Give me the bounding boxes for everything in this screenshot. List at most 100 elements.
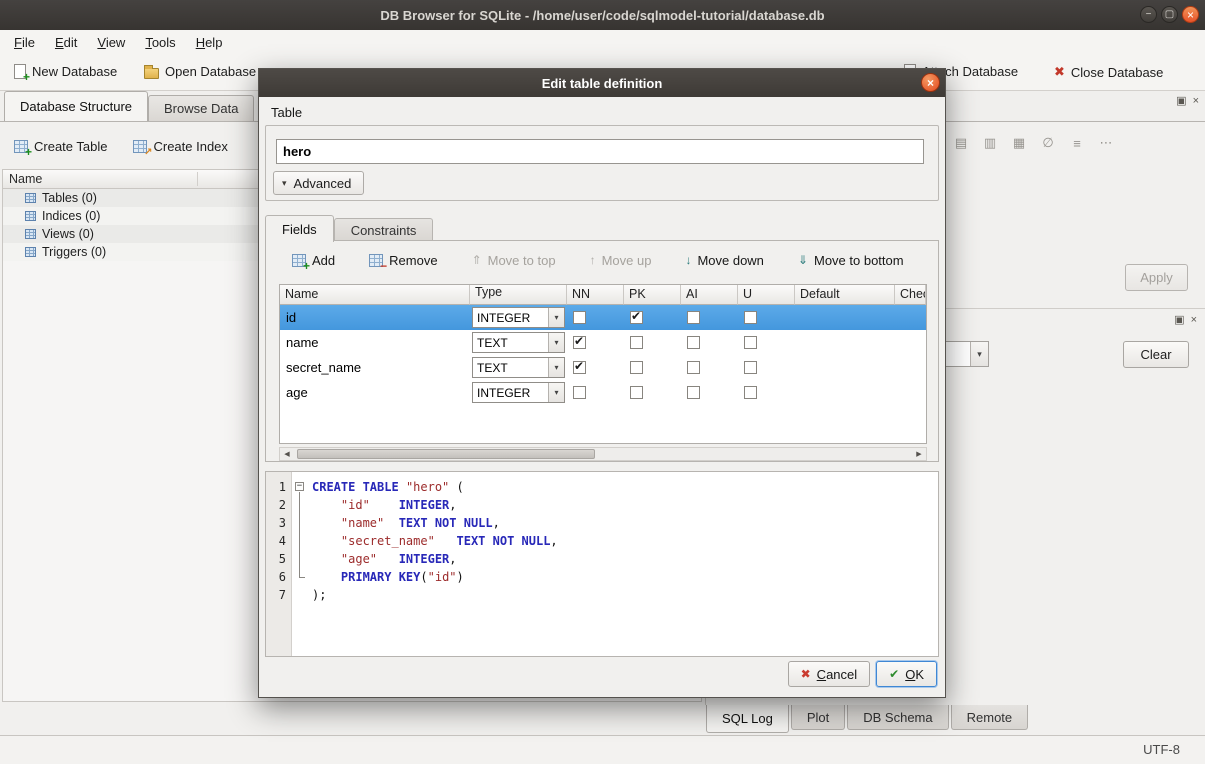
advanced-toggle-button[interactable]: ▾ Advanced: [273, 171, 364, 195]
nn-checkbox[interactable]: [573, 336, 586, 349]
fold-collapse-icon[interactable]: −: [295, 482, 304, 491]
header-default[interactable]: Default: [795, 285, 895, 305]
header-u[interactable]: U: [738, 285, 795, 305]
tab-browse-data[interactable]: Browse Data: [148, 95, 254, 121]
bottom-tab[interactable]: SQL Log: [706, 705, 789, 733]
field-row[interactable]: name TEXT▾: [280, 330, 926, 355]
bottom-tab[interactable]: DB Schema: [847, 705, 948, 730]
field-row[interactable]: secret_name TEXT▾: [280, 355, 926, 380]
pk-checkbox[interactable]: [630, 386, 643, 399]
menu-edit[interactable]: Edit: [45, 32, 87, 53]
dock-close-icon[interactable]: ×: [1191, 315, 1197, 326]
header-check[interactable]: Check: [895, 285, 926, 305]
scroll-right-icon[interactable]: ▶: [912, 448, 926, 460]
cancel-icon: ✖: [801, 667, 811, 681]
scroll-left-icon[interactable]: ◀: [280, 448, 294, 460]
unique-checkbox[interactable]: [744, 336, 757, 349]
dialog-close-button[interactable]: ×: [921, 73, 940, 92]
type-combo[interactable]: TEXT▾: [472, 332, 565, 353]
window-close-button[interactable]: ×: [1182, 6, 1199, 23]
cell-toolbar-icon[interactable]: ∅: [1036, 131, 1060, 155]
close-database-button[interactable]: ✖ Close Database: [1048, 60, 1169, 84]
check-cell[interactable]: [895, 330, 926, 355]
create-index-button[interactable]: Create Index: [127, 135, 233, 158]
nn-checkbox[interactable]: [573, 386, 586, 399]
unique-checkbox[interactable]: [744, 311, 757, 324]
cell-toolbar-icon[interactable]: ▤: [949, 131, 973, 155]
move-to-top-button[interactable]: ⇑ Move to top: [468, 251, 560, 270]
ok-button[interactable]: ✔ OK: [876, 661, 937, 687]
open-database-button[interactable]: Open Database: [138, 60, 262, 83]
nn-checkbox[interactable]: [573, 361, 586, 374]
column-divider[interactable]: [197, 172, 198, 186]
table-name-input[interactable]: [276, 139, 924, 164]
create-table-button[interactable]: Create Table: [8, 135, 113, 158]
field-name-cell[interactable]: age: [280, 380, 470, 405]
unique-checkbox[interactable]: [744, 386, 757, 399]
default-cell[interactable]: [795, 330, 895, 355]
remove-field-button[interactable]: Remove: [365, 251, 441, 270]
type-combo[interactable]: INTEGER▾: [472, 382, 565, 403]
header-nn[interactable]: NN: [567, 285, 624, 305]
close-database-icon: ✖: [1054, 64, 1065, 80]
move-bottom-icon: ⇓: [798, 253, 808, 267]
chevron-down-icon: ▾: [548, 308, 564, 327]
pk-checkbox[interactable]: [630, 361, 643, 374]
move-to-bottom-button[interactable]: ⇓ Move to bottom: [794, 251, 908, 270]
check-cell[interactable]: [895, 380, 926, 405]
menu-help[interactable]: Help: [186, 32, 233, 53]
sql-line: "secret_name" TEXT NOT NULL,: [312, 532, 558, 550]
default-cell[interactable]: [795, 355, 895, 380]
field-name-cell[interactable]: name: [280, 330, 470, 355]
cancel-button[interactable]: ✖ Cancel: [788, 661, 871, 687]
menu-file[interactable]: File: [4, 32, 45, 53]
cell-toolbar-icon[interactable]: ▦: [1007, 131, 1031, 155]
tab-fields[interactable]: Fields: [265, 215, 334, 242]
h-scrollbar[interactable]: ◀ ▶: [279, 447, 927, 461]
pk-checkbox[interactable]: [630, 311, 643, 324]
field-row[interactable]: id INTEGER▾: [280, 305, 926, 330]
new-database-button[interactable]: New Database: [8, 60, 123, 83]
move-down-button[interactable]: ↓ Move down: [681, 251, 767, 270]
line-number: 6: [266, 568, 291, 586]
menu-view[interactable]: View: [87, 32, 135, 53]
ai-checkbox[interactable]: [687, 311, 700, 324]
field-name-cell[interactable]: id: [280, 305, 470, 330]
ai-checkbox[interactable]: [687, 336, 700, 349]
pk-checkbox[interactable]: [630, 336, 643, 349]
dock-float-icon[interactable]: ▣: [1176, 96, 1186, 107]
clear-button[interactable]: Clear: [1123, 341, 1189, 368]
ai-checkbox[interactable]: [687, 361, 700, 374]
field-name-cell[interactable]: secret_name: [280, 355, 470, 380]
type-combo[interactable]: TEXT▾: [472, 357, 565, 378]
type-combo[interactable]: INTEGER▾: [472, 307, 565, 328]
header-name[interactable]: Name: [280, 285, 470, 305]
field-row[interactable]: age INTEGER▾: [280, 380, 926, 405]
cell-toolbar-icon[interactable]: ⋯: [1094, 131, 1118, 155]
menu-tools[interactable]: Tools: [135, 32, 185, 53]
window-maximize-button[interactable]: ▢: [1161, 6, 1178, 23]
move-up-button[interactable]: ↑ Move up: [586, 251, 656, 270]
bottom-tab[interactable]: Plot: [791, 705, 845, 730]
add-field-button[interactable]: Add: [288, 251, 339, 270]
cell-toolbar-icon[interactable]: ▥: [978, 131, 1002, 155]
check-cell[interactable]: [895, 355, 926, 380]
default-cell[interactable]: [795, 380, 895, 405]
dock-float-icon[interactable]: ▣: [1174, 315, 1184, 326]
header-ai[interactable]: AI: [681, 285, 738, 305]
header-type[interactable]: Type: [470, 285, 567, 305]
nn-checkbox[interactable]: [573, 311, 586, 324]
apply-button[interactable]: Apply: [1125, 264, 1188, 291]
check-cell[interactable]: [895, 305, 926, 330]
default-cell[interactable]: [795, 305, 895, 330]
ai-checkbox[interactable]: [687, 386, 700, 399]
bottom-tab[interactable]: Remote: [951, 705, 1029, 730]
header-pk[interactable]: PK: [624, 285, 681, 305]
unique-checkbox[interactable]: [744, 361, 757, 374]
tab-database-structure[interactable]: Database Structure: [4, 91, 148, 121]
tab-constraints[interactable]: Constraints: [334, 218, 434, 241]
window-minimize-button[interactable]: −: [1140, 6, 1157, 23]
scroll-thumb[interactable]: [297, 449, 595, 459]
dock-close-icon[interactable]: ×: [1193, 96, 1199, 107]
cell-toolbar-icon[interactable]: ≡: [1065, 131, 1089, 155]
